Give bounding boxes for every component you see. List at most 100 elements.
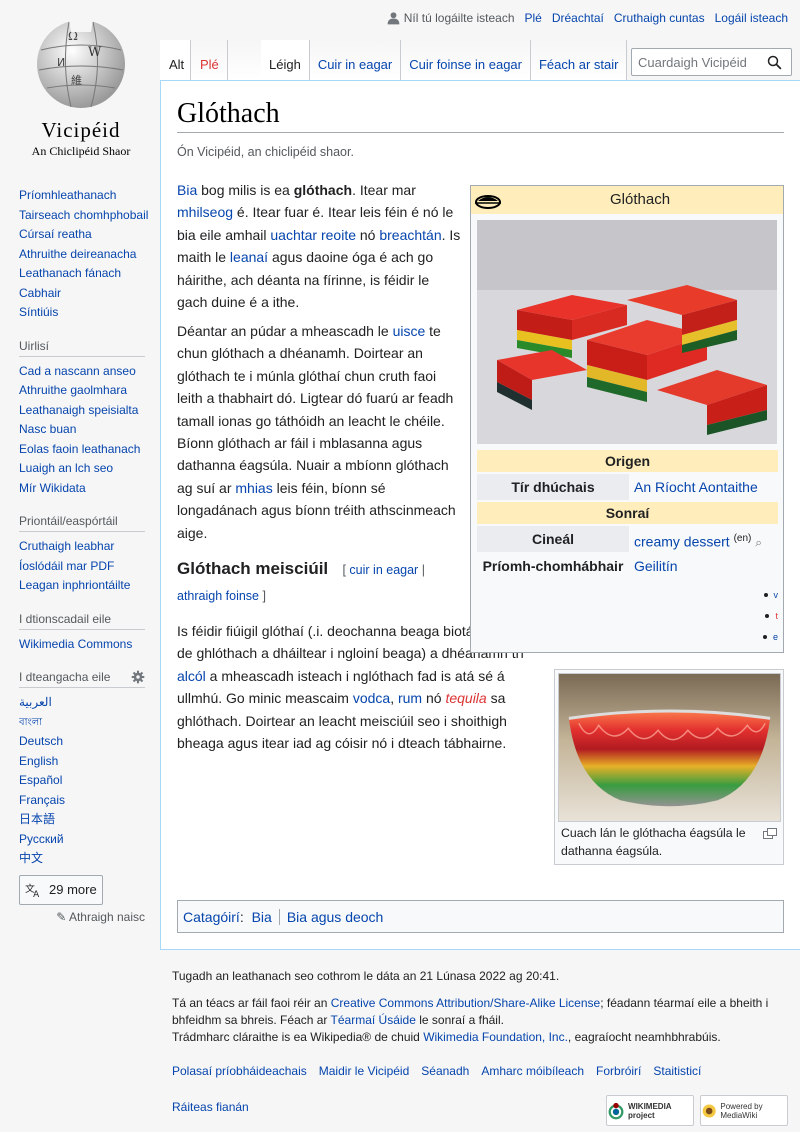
- talk-link[interactable]: Plé: [525, 11, 542, 25]
- sidebar-item-wikimedia-commons[interactable]: Wikimedia Commons: [19, 635, 155, 655]
- privacy-policy-link[interactable]: Polasaí príobháideachais: [172, 1064, 307, 1078]
- edit-interlanguage-links[interactable]: ✎ Athraigh naisc: [19, 910, 145, 924]
- terms-of-use-link[interactable]: Téarmaí Úsáide: [331, 1013, 416, 1027]
- mobile-view-link[interactable]: Amharc móibíleach: [481, 1064, 584, 1078]
- languages-heading: I dteangacha eile: [19, 668, 145, 688]
- tab-edit[interactable]: Cuir in eagar: [309, 40, 402, 80]
- link-mhias[interactable]: mhias: [235, 480, 272, 496]
- sidebar-item-permanent-link[interactable]: Nasc buan: [19, 420, 155, 440]
- log-in-link[interactable]: Logáil isteach: [715, 11, 788, 25]
- lang-link-japanese[interactable]: 日本語: [19, 810, 155, 830]
- category-bia[interactable]: Bia: [252, 909, 272, 925]
- tab-history[interactable]: Féach ar stair: [530, 40, 628, 80]
- link-tequila[interactable]: tequila: [445, 690, 486, 706]
- wikimedia-foundation-link[interactable]: Wikimedia Foundation, Inc.: [423, 1030, 568, 1044]
- lang-link-chinese[interactable]: 中文: [19, 849, 155, 869]
- preparation-paragraph: Déantar an púdar a mheascadh le uisce te…: [177, 320, 463, 544]
- puzzle-globe-icon: Ω W И 維: [37, 20, 125, 108]
- lang-link-russian[interactable]: Русский: [19, 830, 155, 850]
- wikimedia-project-badge[interactable]: WIKIMEDIA project: [606, 1095, 694, 1126]
- tab-read[interactable]: Léigh: [261, 40, 310, 80]
- sidebar-item-current-events[interactable]: Cúrsaí reatha: [19, 225, 155, 245]
- link-uachtar-reoite[interactable]: uachtar reoite: [270, 227, 356, 243]
- sidebar-item-main-page[interactable]: Príomhleathanach: [19, 186, 155, 206]
- wikipedia-logo[interactable]: Ω W И 維 Vicipéid An Chiclipéid Shaor: [20, 10, 142, 160]
- section-edit-link[interactable]: cuir in eagar: [349, 563, 418, 577]
- create-account-link[interactable]: Cruthaigh cuntas: [614, 11, 705, 25]
- svg-text:W: W: [88, 45, 102, 60]
- infobox-row-ingredients: Príomh-chomhábhair Geilitín: [477, 553, 778, 579]
- lang-link-french[interactable]: Français: [19, 791, 155, 811]
- lang-link-english[interactable]: English: [19, 752, 155, 772]
- sidebar-item-create-book[interactable]: Cruthaigh leabhar: [19, 537, 155, 557]
- search-input[interactable]: [632, 54, 760, 70]
- lang-link-bengali[interactable]: বাংলা: [19, 713, 155, 733]
- text-run: . Itear mar: [352, 182, 416, 198]
- sidebar-item-wikidata-item[interactable]: Mír Wikidata: [19, 479, 155, 499]
- powered-by-mediawiki-badge[interactable]: Powered by MediaWiki: [700, 1095, 788, 1126]
- tab-edit-source[interactable]: Cuir foinse in eagar: [401, 40, 531, 80]
- sidebar-item-related-changes[interactable]: Athruithe gaolmhara: [19, 381, 155, 401]
- svg-text:A: A: [33, 890, 39, 898]
- lang-link-arabic[interactable]: العربية: [19, 693, 155, 713]
- jelly-bowl-photo[interactable]: [558, 673, 781, 822]
- link-rum[interactable]: rum: [398, 690, 422, 706]
- navbar-edit-link[interactable]: e: [773, 632, 778, 642]
- navbar-view-link[interactable]: v: [774, 590, 779, 600]
- sidebar-item-special-pages[interactable]: Leathanaigh speisialta: [19, 401, 155, 421]
- edit-links-label: Athraigh naisc: [68, 909, 145, 924]
- contributions-link[interactable]: Dréachtaí: [552, 11, 604, 25]
- tab-article[interactable]: Alt: [160, 40, 191, 80]
- sidebar-item-download-pdf[interactable]: Íoslódáil mar PDF: [19, 557, 155, 577]
- search-button[interactable]: [760, 49, 788, 75]
- categories-label-link[interactable]: Catagóirí: [183, 909, 240, 925]
- category-bia-agus-deoch[interactable]: Bia agus deoch: [287, 909, 384, 925]
- link-alcol[interactable]: alcól: [177, 668, 206, 684]
- edit-wikidata-icon[interactable]: ⌕: [755, 536, 762, 550]
- jelly-photo[interactable]: [477, 220, 777, 444]
- navbar-talk-link[interactable]: t: [775, 611, 778, 621]
- other-projects-heading-label: I dtionscadail eile: [19, 611, 112, 626]
- about-link[interactable]: Maidir le Vicipéid: [319, 1064, 410, 1078]
- text-run: Déantar an púdar a mheascadh le: [177, 323, 393, 339]
- mediawiki-sunflower-icon: [702, 1103, 716, 1118]
- enlarge-icon[interactable]: [763, 828, 777, 839]
- text-run: Tá an téacs ar fáil faoi réir an: [172, 996, 331, 1010]
- link-uisce[interactable]: uisce: [393, 323, 426, 339]
- country-value-link[interactable]: An Ríocht Aontaithe: [634, 474, 758, 500]
- tab-talk[interactable]: Plé: [191, 40, 228, 80]
- sidebar-item-donate[interactable]: Síntiúis: [19, 303, 155, 323]
- category-separator: [278, 908, 280, 925]
- link-mhilseog[interactable]: mhilseog: [177, 204, 233, 220]
- sidebar-item-printable-version[interactable]: Leagan inphriontáilte: [19, 576, 155, 596]
- sidebar-tools: Uirlisí Cad a nascann anseo Athruithe ga…: [19, 337, 155, 499]
- cookie-statement-link[interactable]: Ráiteas fianán: [172, 1100, 249, 1114]
- lang-link-german[interactable]: Deutsch: [19, 732, 155, 752]
- not-logged-in-label: Níl tú logáilte isteach: [403, 11, 515, 25]
- developers-link[interactable]: Forbróirí: [596, 1064, 641, 1078]
- ingredients-value-link[interactable]: Geilitín: [634, 553, 678, 579]
- logo-wordmark: Vicipéid: [41, 118, 121, 142]
- sidebar-item-help[interactable]: Cabhair: [19, 284, 155, 304]
- lang-link-spanish[interactable]: Español: [19, 771, 155, 791]
- text-run: , eagraíocht neamhbhrabúis.: [567, 1030, 721, 1044]
- cc-license-link[interactable]: Creative Commons Attribution/Share-Alike…: [331, 996, 600, 1010]
- infobox-navbar: v t e: [758, 584, 778, 647]
- gear-icon[interactable]: [131, 670, 145, 684]
- sidebar-item-random-page[interactable]: Leathanach fánach: [19, 264, 155, 284]
- section-edit-source-link[interactable]: athraigh foinse: [177, 589, 259, 603]
- type-value-link[interactable]: creamy dessert: [634, 534, 730, 550]
- sidebar-item-page-info[interactable]: Eolas faoin leathanach: [19, 440, 155, 460]
- infobox-title: Glóthach: [610, 191, 671, 208]
- sidebar-item-cite-page[interactable]: Luaigh an lch seo: [19, 459, 155, 479]
- sidebar-item-community-portal[interactable]: Tairseach chomhphobail: [19, 206, 155, 226]
- link-leanai[interactable]: leanaí: [230, 249, 268, 265]
- link-bia[interactable]: Bia: [177, 182, 197, 198]
- link-vodca[interactable]: vodca: [353, 690, 390, 706]
- statistics-link[interactable]: Staitisticí: [653, 1064, 701, 1078]
- link-breachtan[interactable]: breachtán: [379, 227, 441, 243]
- sidebar-item-what-links-here[interactable]: Cad a nascann anseo: [19, 362, 155, 382]
- sidebar-item-recent-changes[interactable]: Athruithe deireanacha: [19, 245, 155, 265]
- disclaimers-link[interactable]: Séanadh: [421, 1064, 469, 1078]
- more-languages-button[interactable]: 文A 29 more: [19, 874, 103, 905]
